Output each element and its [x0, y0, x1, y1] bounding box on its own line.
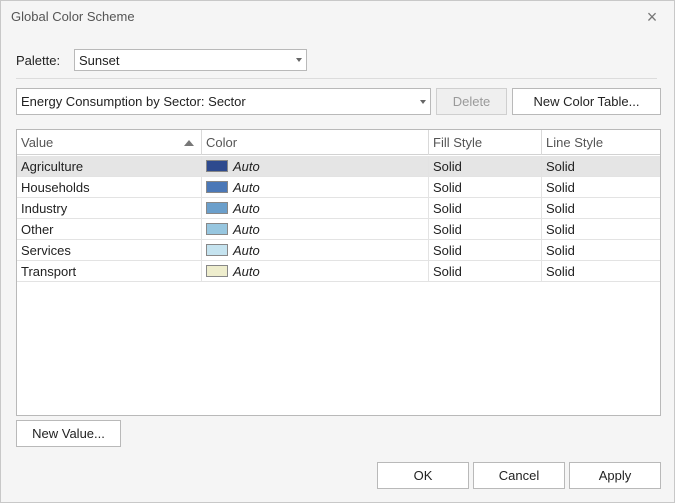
- value-cell: Services: [17, 240, 202, 260]
- color-cell[interactable]: Auto: [202, 156, 429, 176]
- table-row[interactable]: Households Auto Solid Solid: [17, 177, 660, 198]
- separator: [16, 78, 657, 79]
- value-cell: Industry: [17, 198, 202, 218]
- value-cell: Households: [17, 177, 202, 197]
- value-cell: Transport: [17, 261, 202, 281]
- close-icon[interactable]: ×: [641, 6, 663, 28]
- color-swatch: [206, 265, 228, 277]
- table-row[interactable]: Services Auto Solid Solid: [17, 240, 660, 261]
- color-swatch: [206, 223, 228, 235]
- dialog-title: Global Color Scheme: [11, 9, 135, 24]
- color-text: Auto: [233, 242, 260, 258]
- value-cell: Other: [17, 219, 202, 239]
- color-cell[interactable]: Auto: [202, 219, 429, 239]
- color-text: Auto: [233, 221, 260, 237]
- global-color-scheme-dialog: Global Color Scheme × Palette: Sunset En…: [0, 0, 675, 503]
- chevron-down-icon: [420, 99, 426, 104]
- fill-style-cell: Solid: [429, 177, 542, 197]
- color-cell[interactable]: Auto: [202, 240, 429, 260]
- color-cell[interactable]: Auto: [202, 261, 429, 281]
- color-text: Auto: [233, 179, 260, 195]
- column-header-label: Value: [21, 135, 54, 150]
- line-style-cell: Solid: [546, 158, 575, 174]
- color-cell[interactable]: Auto: [202, 177, 429, 197]
- column-header-color[interactable]: Color: [202, 130, 429, 155]
- cancel-button[interactable]: Cancel: [473, 462, 565, 489]
- table-row[interactable]: Transport Auto Solid Solid: [17, 261, 660, 282]
- color-table-value: Energy Consumption by Sector: Sector: [21, 94, 246, 109]
- new-value-button[interactable]: New Value...: [16, 420, 121, 447]
- line-style-cell: Solid: [546, 200, 575, 216]
- color-text: Auto: [233, 158, 260, 174]
- color-swatch: [206, 181, 228, 193]
- palette-dropdown[interactable]: Sunset: [74, 49, 307, 71]
- table-row[interactable]: Agriculture Auto Solid Solid: [17, 156, 660, 177]
- chevron-down-icon: [296, 58, 302, 62]
- column-header-label: Line Style: [546, 135, 604, 150]
- color-swatch: [206, 244, 228, 256]
- fill-style-cell: Solid: [429, 240, 542, 260]
- color-scheme-grid[interactable]: Value Color Fill Style Line Style Agricu…: [16, 129, 661, 416]
- value-cell: Agriculture: [17, 156, 202, 176]
- fill-style-cell: Solid: [429, 219, 542, 239]
- column-header-line-style[interactable]: Line Style: [542, 130, 660, 155]
- color-table-dropdown[interactable]: Energy Consumption by Sector: Sector: [16, 88, 431, 115]
- fill-style-cell: Solid: [429, 261, 542, 281]
- fill-style-cell: Solid: [429, 156, 542, 176]
- column-header-value[interactable]: Value: [17, 130, 202, 155]
- color-text: Auto: [233, 263, 260, 279]
- delete-button[interactable]: Delete: [436, 88, 507, 115]
- table-row[interactable]: Industry Auto Solid Solid: [17, 198, 660, 219]
- fill-style-cell: Solid: [429, 198, 542, 218]
- line-style-cell: Solid: [546, 242, 575, 258]
- ok-button[interactable]: OK: [377, 462, 469, 489]
- color-cell[interactable]: Auto: [202, 198, 429, 218]
- color-swatch: [206, 202, 228, 214]
- color-swatch: [206, 160, 228, 172]
- column-header-label: Color: [206, 135, 238, 150]
- table-row[interactable]: Other Auto Solid Solid: [17, 219, 660, 240]
- line-style-cell: Solid: [546, 221, 575, 237]
- color-text: Auto: [233, 200, 260, 216]
- column-header-fill-style[interactable]: Fill Style: [429, 130, 542, 155]
- apply-button[interactable]: Apply: [569, 462, 661, 489]
- column-header-label: Fill Style: [433, 135, 483, 150]
- palette-value: Sunset: [79, 52, 120, 68]
- palette-label: Palette:: [16, 53, 61, 68]
- line-style-cell: Solid: [546, 263, 575, 279]
- grid-header: Value Color Fill Style Line Style: [17, 130, 660, 155]
- line-style-cell: Solid: [546, 179, 575, 195]
- new-color-table-button[interactable]: New Color Table...: [512, 88, 661, 115]
- sort-ascending-icon: [184, 140, 194, 146]
